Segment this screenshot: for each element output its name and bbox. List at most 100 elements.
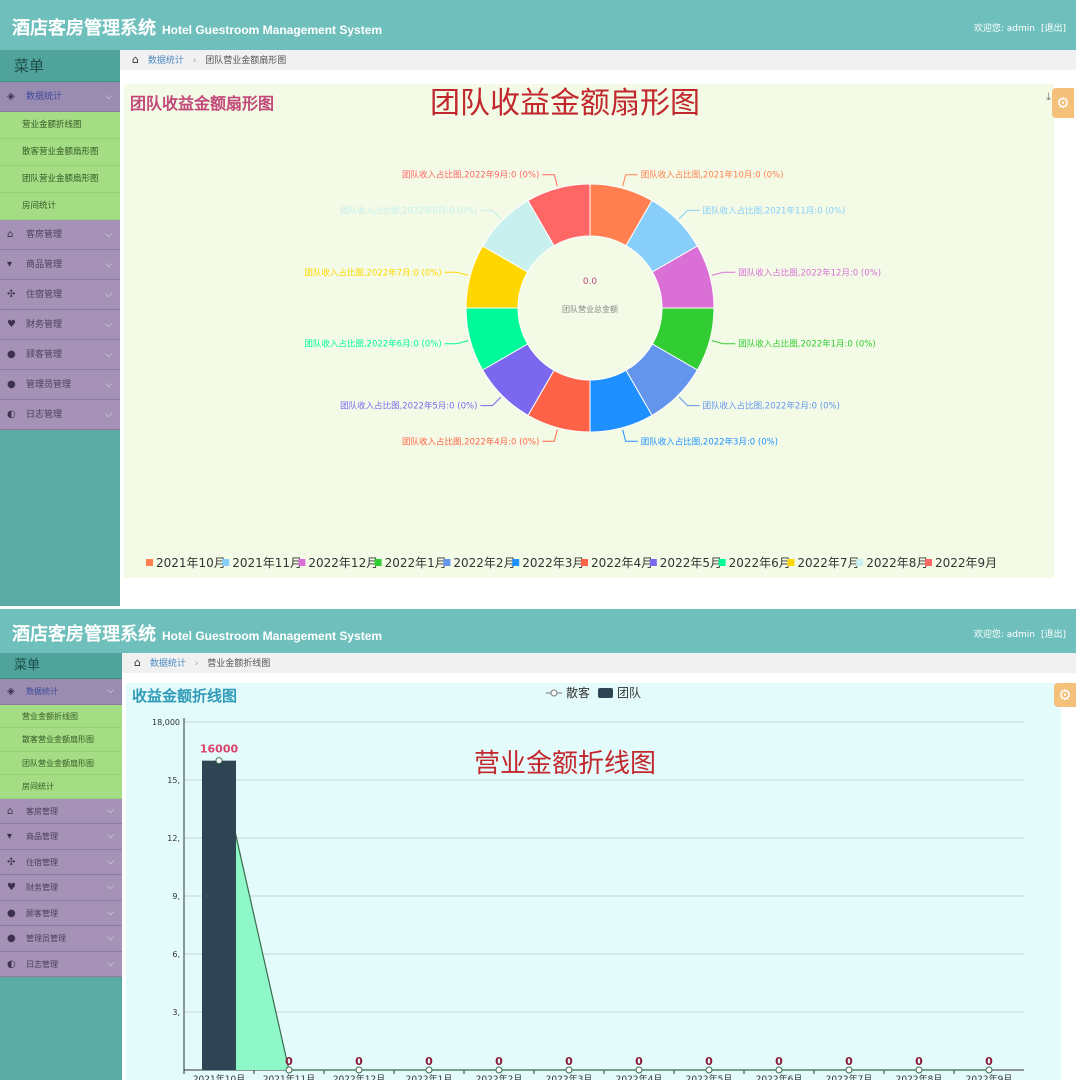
submenu-item-room-stats[interactable]: 房间统计	[0, 193, 120, 220]
donut-chart: 团队收入占比图,2021年10月:0 (0%) 团队收入占比图,2021年11月:…	[146, 170, 997, 570]
x-tick-label: 2022年4月	[616, 1073, 663, 1080]
legend-swatch	[222, 559, 230, 566]
y-tick-label: 12,	[167, 834, 180, 843]
half-circle-icon: ◐	[7, 409, 16, 420]
sidebar-item-admins[interactable]: ● 管理员管理 ⌵	[0, 370, 120, 400]
legend-marker	[550, 689, 558, 697]
slice-label: 团队收入占比图,2022年5月:0 (0%)	[340, 401, 477, 412]
x-tick-label: 2022年9月	[966, 1073, 1013, 1080]
leader-line	[678, 209, 700, 220]
sidebar-item-label: 商品管理	[26, 260, 63, 270]
breadcrumb-separator: ›	[194, 659, 199, 669]
sidebar-item-label: 顾客管理	[26, 350, 63, 360]
top-header: 酒店客房管理系统 Hotel Guestroom Management Syste…	[0, 609, 1076, 653]
sidebar-item-admins[interactable]: ● 管理员管理 ⌵	[0, 926, 122, 952]
submenu-item-walkin-pie[interactable]: 散客营业金额扇形图	[0, 139, 120, 166]
sidebar-item-goods[interactable]: ▾ 商品管理 ⌵	[0, 250, 120, 280]
sidebar-item-goods[interactable]: ▾ 商品管理 ⌵	[0, 824, 122, 850]
user-welcome: 欢迎您: admin [退出]	[974, 627, 1066, 640]
line-point	[215, 757, 223, 765]
sidebar-item-label: 客房管理	[26, 230, 63, 240]
gear-icon[interactable]: ⚙	[1054, 683, 1076, 707]
chevron-down-icon: ⌵	[107, 958, 114, 969]
data-label: 0	[565, 1055, 573, 1068]
home-icon[interactable]: ⌂	[132, 53, 139, 66]
submenu-item-walkin-pie[interactable]: 散客营业金额扇形图	[0, 728, 122, 752]
sidebar-item-stays[interactable]: ✣ 住宿管理 ⌵	[0, 280, 120, 310]
submenu-item-room-stats[interactable]: 房间统计	[0, 775, 122, 799]
move-icon: ✣	[7, 856, 16, 868]
breadcrumb-separator: ›	[192, 56, 197, 66]
slice-label: 团队收入占比图,2022年2月:0 (0%)	[703, 401, 840, 412]
chevron-down-icon: ⌵	[105, 320, 112, 330]
submenu-statistics: 营业金额折线图 散客营业金额扇形图 团队营业金额扇形图 房间统计	[0, 704, 122, 799]
admin-icon: ●	[7, 379, 16, 390]
breadcrumb: ⌂ 数据统计 › 营业金额折线图	[122, 653, 1076, 673]
chevron-down-icon: ⌵	[105, 230, 112, 240]
logout-link[interactable]: [退出]	[1041, 24, 1066, 34]
sidebar-item-statistics[interactable]: ◈ 数据统计 ⌵	[0, 82, 120, 112]
sidebar-item-customers[interactable]: ● 顾客管理 ⌵	[0, 340, 120, 370]
sidebar-item-stays[interactable]: ✣ 住宿管理 ⌵	[0, 849, 122, 875]
data-label: 0	[635, 1055, 643, 1068]
sidebar-item-rooms[interactable]: ⌂ 客房管理 ⌵	[0, 798, 122, 824]
legend-item: 2022年4月	[591, 556, 653, 570]
legend-swatch	[146, 559, 153, 566]
breadcrumb-root[interactable]: 数据统计	[150, 659, 186, 669]
leader-line	[711, 340, 736, 345]
sidebar: 菜单 ◈ 数据统计 ⌵ 营业金额折线图 散客营业金额扇形图 团队营业金额扇形图 …	[0, 50, 120, 606]
gear-icon[interactable]: ⚙	[1052, 88, 1074, 118]
leader-line	[480, 209, 502, 220]
sidebar-item-rooms[interactable]: ⌂ 客房管理 ⌵	[0, 220, 120, 250]
legend-swatch	[718, 559, 726, 566]
slice-label: 团队收入占比图,2022年4月:0 (0%)	[402, 436, 539, 447]
chevron-down-icon: ⌵	[107, 882, 114, 892]
sidebar-item-logs[interactable]: ◐ 日志管理 ⌵	[0, 951, 122, 977]
leader-line	[480, 396, 502, 407]
chevron-down-icon: ⌵	[105, 350, 112, 360]
submenu-item-revenue-line[interactable]: 营业金额折线图	[0, 112, 120, 139]
bar	[202, 760, 236, 1070]
logout-link[interactable]: [退出]	[1041, 630, 1066, 640]
submenu-item-revenue-line[interactable]: 营业金额折线图	[0, 705, 122, 728]
legend-item: 2021年10月	[156, 556, 226, 570]
chevron-down-icon: ⌵	[107, 831, 114, 841]
sidebar-item-finance[interactable]: ♥ 财务管理 ⌵	[0, 310, 120, 340]
chevron-down-icon: ⌵	[107, 856, 114, 867]
submenu-item-team-pie[interactable]: 团队营业金额扇形图	[0, 752, 122, 775]
leader-line	[678, 396, 700, 407]
panel-title: 收益金额折线图	[132, 687, 238, 705]
screen-line-chart: 酒店客房管理系统 Hotel Guestroom Management Syste…	[0, 606, 1076, 1080]
user-icon: ●	[7, 349, 16, 360]
sidebar-item-statistics[interactable]: ◈ 数据统计 ⌵	[0, 679, 122, 705]
legend-item: 2022年2月	[453, 556, 515, 570]
sidebar-item-logs[interactable]: ◐ 日志管理 ⌵	[0, 400, 120, 430]
chevron-down-icon: ⌵	[105, 410, 112, 420]
legend-swatch	[649, 559, 657, 566]
chart-caption: 营业金额折线图	[474, 749, 657, 779]
leader-line	[444, 271, 469, 276]
app-brand: 酒店客房管理系统 Hotel Guestroom Management Syste…	[12, 14, 382, 40]
slice-label: 团队收入占比图,2022年6月:0 (0%)	[304, 339, 441, 350]
chevron-down-icon: ⌵	[107, 933, 114, 943]
app-title: 酒店客房管理系统	[12, 18, 156, 39]
app-title-en: Hotel Guestroom Management System	[162, 23, 383, 37]
legend-item: 2021年11月	[232, 556, 302, 570]
legend-swatch	[443, 559, 451, 566]
move-icon: ✣	[7, 289, 16, 300]
breadcrumb: ⌂ 数据统计 › 团队营业金额扇形图	[120, 50, 1076, 70]
data-label: 0	[915, 1055, 923, 1068]
sidebar-item-label: 日志管理	[26, 959, 58, 969]
submenu-item-team-pie[interactable]: 团队营业金额扇形图	[0, 166, 120, 193]
data-label: 0	[285, 1055, 293, 1068]
home-icon: ⌂	[7, 805, 14, 817]
sidebar-item-finance[interactable]: ♥ 财务管理 ⌵	[0, 875, 122, 901]
sidebar-item-customers[interactable]: ● 顾客管理 ⌵	[0, 900, 122, 926]
legend-swatch	[298, 559, 306, 566]
chevron-down-icon: ⌵	[105, 380, 112, 390]
home-icon[interactable]: ⌂	[134, 656, 141, 669]
heart-icon: ♥	[7, 319, 16, 330]
chart-panel: 团队收益金额扇形图 团队收益金额扇形图 ⤓ 团队收入占比图,2021年10月:0…	[124, 84, 1054, 578]
breadcrumb-current: 团队营业金额扇形图	[205, 56, 287, 66]
breadcrumb-root[interactable]: 数据统计	[148, 56, 184, 66]
